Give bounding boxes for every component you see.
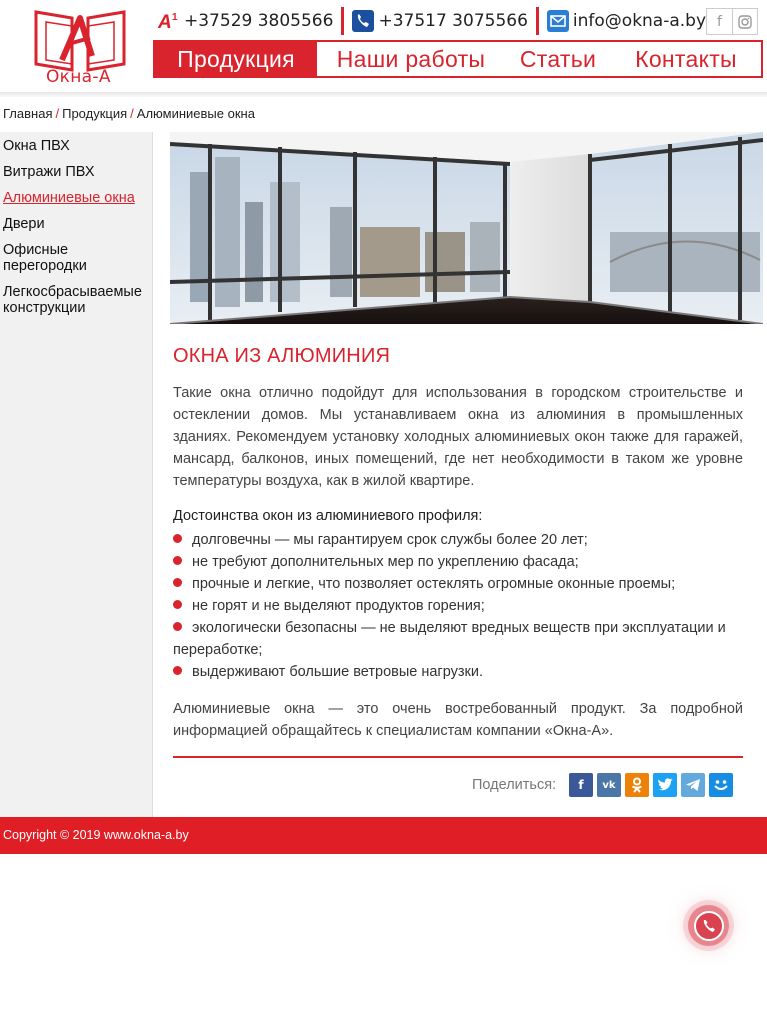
- sidebar-item-blowout-structures[interactable]: Легкосбрасываемые конструкции: [3, 284, 153, 316]
- bullet-icon: [173, 622, 182, 631]
- advantages-title: Достоинства окон из алюминиевого профиля…: [173, 508, 483, 524]
- divider: [341, 7, 345, 35]
- bullet-icon: [173, 600, 182, 609]
- nav-contacts[interactable]: Контакты: [611, 42, 761, 76]
- advantages-list: долговечны — мы гарантируем срок службы …: [173, 529, 743, 683]
- email-icon: [546, 10, 569, 32]
- sidebar-item-pvc-windows[interactable]: Окна ПВХ: [3, 138, 70, 154]
- a1-operator-icon: A1: [158, 11, 180, 31]
- copyright-text: Copyright © 2019 www.okna-a.by: [3, 828, 189, 842]
- divider: [173, 756, 743, 758]
- bullet-icon: [173, 534, 182, 543]
- callback-button[interactable]: [688, 905, 729, 946]
- share-buttons: f vk: [569, 773, 733, 797]
- share-twitter-icon[interactable]: [653, 773, 677, 797]
- share-vk-icon[interactable]: vk: [597, 773, 621, 797]
- site-header: Окна-А A1 +37529 3805566 +37517 3075566 …: [0, 0, 767, 94]
- svg-text:A: A: [158, 12, 172, 31]
- phone-icon: [352, 10, 375, 32]
- bullet-icon: [173, 578, 182, 587]
- share-label: Поделиться:: [472, 777, 557, 793]
- list-item: выдерживают большие ветровые нагрузки.: [173, 661, 743, 683]
- phone-city-number: +37517 3075566: [378, 11, 528, 31]
- breadcrumb-current: Алюминиевые окна: [136, 106, 255, 121]
- nav-our-works[interactable]: Наши работы: [317, 42, 505, 76]
- phone-call-icon: [693, 910, 724, 941]
- page-title: ОКНА ИЗ АЛЮМИНИЯ: [173, 345, 391, 367]
- hero-image: [170, 132, 763, 324]
- breadcrumb: Главная / Продукция / Алюминиевые окна: [3, 106, 255, 121]
- sidebar-item-aluminum-windows[interactable]: Алюминиевые окна: [3, 190, 135, 206]
- main-nav: Продукция Наши работы Статьи Контакты: [153, 40, 763, 78]
- share-odnoklassniki-icon[interactable]: [625, 773, 649, 797]
- site-footer: Copyright © 2019 www.okna-a.by: [0, 817, 767, 854]
- sidebar-item-office-partitions[interactable]: Офисные перегородки: [3, 242, 143, 274]
- outro-paragraph: Алюминиевые окна — это очень востребован…: [173, 701, 743, 739]
- list-item: не горят и не выделяют продуктов горения…: [173, 595, 743, 617]
- header-shadow: [0, 92, 767, 97]
- social-links: f: [706, 8, 758, 35]
- bullet-icon: [173, 666, 182, 675]
- sidebar-item-doors[interactable]: Двери: [3, 216, 45, 232]
- sidebar: Окна ПВХ Витражи ПВХ Алюминиевые окна Дв…: [0, 132, 153, 818]
- nav-articles[interactable]: Статьи: [505, 42, 611, 76]
- facebook-icon[interactable]: f: [707, 9, 732, 34]
- breadcrumb-home[interactable]: Главная: [3, 106, 52, 121]
- contacts-bar: A1 +37529 3805566 +37517 3075566 info@ok…: [158, 6, 706, 36]
- share-moimir-icon[interactable]: [709, 773, 733, 797]
- list-item: прочные и легкие, что позволяет остеклят…: [173, 573, 743, 595]
- phone-a1[interactable]: A1 +37529 3805566: [158, 6, 333, 36]
- email-address: info@okna-a.by: [572, 11, 707, 31]
- svg-text:1: 1: [172, 12, 178, 23]
- nav-products[interactable]: Продукция: [155, 42, 317, 76]
- intro-paragraph: Такие окна отлично подойдут для использо…: [173, 385, 743, 489]
- list-item: долговечны — мы гарантируем срок службы …: [173, 529, 743, 551]
- logo-text: Окна-А: [46, 67, 111, 87]
- share-facebook-icon[interactable]: f: [569, 773, 593, 797]
- breadcrumb-separator: /: [55, 106, 60, 121]
- list-item: не требуют дополнительных мер по укрепле…: [173, 551, 743, 573]
- breadcrumb-products[interactable]: Продукция: [62, 106, 127, 121]
- bullet-icon: [173, 556, 182, 565]
- divider: [535, 7, 539, 35]
- share-telegram-icon[interactable]: [681, 773, 705, 797]
- phone-a1-number: +37529 3805566: [184, 11, 334, 31]
- sidebar-item-pvc-stained-glass[interactable]: Витражи ПВХ: [3, 164, 95, 180]
- breadcrumb-separator: /: [130, 106, 134, 121]
- phone-city[interactable]: +37517 3075566: [352, 6, 528, 36]
- email-contact[interactable]: info@okna-a.by: [546, 6, 707, 36]
- instagram-icon[interactable]: [732, 9, 757, 34]
- list-item: экологически безопасны — не выделяют вре…: [173, 620, 726, 658]
